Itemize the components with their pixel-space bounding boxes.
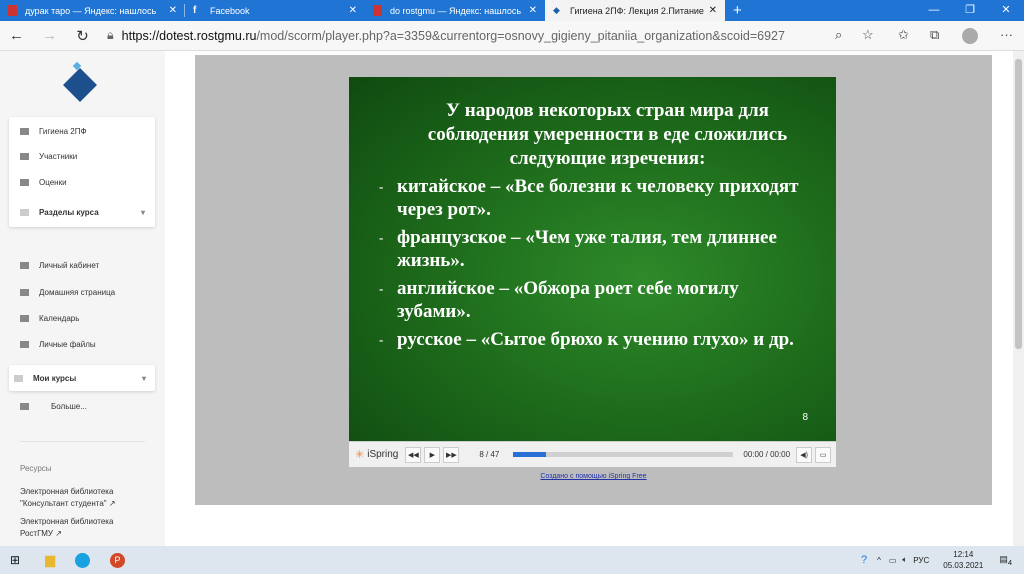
favorite-star-icon[interactable]: ☆ <box>862 27 874 43</box>
slide: У народов некоторых стран мира для соблю… <box>349 77 836 441</box>
sidebar-item-calendar[interactable]: Календарь <box>20 314 79 323</box>
sidebar-item-files[interactable]: Личные файлы <box>20 340 96 349</box>
profile-avatar[interactable] <box>962 28 978 44</box>
tab-facebook[interactable]: f Facebook ✕ <box>185 0 365 21</box>
scorm-player-frame: У народов некоторых стран мира для соблю… <box>195 55 992 505</box>
sidebar-item-grades[interactable]: Оценки <box>20 178 67 187</box>
edge-icon[interactable] <box>75 552 91 568</box>
language-indicator[interactable]: РУС <box>913 556 929 565</box>
sidebar-item-more[interactable]: Больше... <box>20 402 87 411</box>
list-icon <box>14 375 23 382</box>
collections-icon[interactable]: ⧉ <box>930 27 939 43</box>
close-tab-icon[interactable]: ✕ <box>709 5 717 16</box>
show-hidden-icons[interactable]: ^ <box>877 556 881 565</box>
slide-bullet: - английское – «Обжора роет себе могилу з… <box>379 278 739 322</box>
more-menu-icon[interactable]: ··· <box>1000 27 1013 42</box>
page-scrollbar[interactable] <box>1013 51 1024 546</box>
zoom-icon[interactable]: ⌕ <box>835 27 842 43</box>
grades-icon <box>20 179 29 186</box>
notifications-button[interactable]: ▤4 <box>999 554 1012 567</box>
my-courses-menu[interactable]: Мои курсы ▾ <box>9 365 155 391</box>
slide-counter: 8 / 47 <box>479 450 500 459</box>
tab-active[interactable]: ◆ Гигиена 2ПФ: Лекция 2.Питание ✕ <box>545 0 725 21</box>
url-field[interactable]: 🔒︎ https://dotest.rostgmu.ru/mod/scorm/pl… <box>107 28 785 43</box>
taskbar: ⊞ ▆ P ? ^ ▭ 🔈︎ РУС 12:14 05.03.2021 ▤4 <box>0 546 1024 574</box>
list-icon <box>20 209 29 216</box>
restore-button[interactable]: ❐ <box>952 0 988 21</box>
folder-icon <box>20 403 29 410</box>
course-icon <box>20 128 29 135</box>
site-logo-icon: ◆ <box>553 5 560 15</box>
home-icon <box>20 289 29 296</box>
slide-page-number: 8 <box>802 412 808 423</box>
player-controls: ✳ iSpring ◀◀ ▶ ▶▶ 8 / 47 00:00 / 00:00 ◀… <box>349 441 836 467</box>
back-button[interactable]: ← <box>0 27 33 44</box>
ispring-logo-icon: ✳ <box>355 449 365 461</box>
sidebar-item-course[interactable]: Гигиена 2ПФ <box>20 127 87 136</box>
minimize-button[interactable]: — <box>916 0 952 21</box>
yandex-icon <box>8 5 17 16</box>
volume-icon[interactable]: 🔈︎ <box>902 555 907 565</box>
next-slide-button[interactable]: ▶▶ <box>443 446 460 463</box>
slide-title: У народов некоторых стран мира для соблю… <box>427 100 788 169</box>
progress-bar[interactable] <box>513 452 734 457</box>
forward-button[interactable]: → <box>33 27 66 44</box>
external-link-icon: ↗ <box>108 499 116 508</box>
chevron-down-icon: ▾ <box>141 374 146 383</box>
address-bar: ← → ↻ 🔒︎ https://dotest.rostgmu.ru/mod/sc… <box>0 21 1024 51</box>
dashboard-icon <box>20 262 29 269</box>
sidebar-item-participants[interactable]: Участники <box>20 152 77 161</box>
fullscreen-button[interactable]: ▭ <box>815 446 832 463</box>
external-link-icon: ↗ <box>55 529 62 538</box>
close-tab-icon[interactable]: ✕ <box>529 5 537 16</box>
chevron-down-icon: ▾ <box>140 208 145 217</box>
favorites-icon[interactable]: ✩ <box>898 27 909 43</box>
battery-icon[interactable]: ▭ <box>889 556 897 565</box>
new-tab-button[interactable]: + <box>725 0 755 21</box>
clock[interactable]: 12:14 05.03.2021 <box>943 549 983 571</box>
divider <box>20 441 145 442</box>
start-button[interactable]: ⊞ <box>10 553 20 567</box>
yandex-icon <box>373 5 382 16</box>
sidebar-item-dashboard[interactable]: Личный кабинет <box>20 261 99 270</box>
link-library-rostgmu[interactable]: Электронная библиотека РостГМУ ↗ <box>20 516 130 540</box>
slide-bullet: - русское – «Сытое брюхо к учению глухо» … <box>379 329 794 350</box>
site-logo <box>62 61 98 102</box>
resources-heading: Ресурсы <box>20 464 52 473</box>
powerpoint-icon[interactable]: P <box>110 552 126 568</box>
course-menu: Гигиена 2ПФ Участники Оценки Разделы кур… <box>9 117 155 227</box>
link-library-consultant[interactable]: Электронная библиотека "Консультант студ… <box>20 486 140 510</box>
tab-bar: дурак таро — Яндекс: нашлось ✕ f Facebook ✕… <box>0 0 1024 21</box>
close-tab-icon[interactable]: ✕ <box>169 5 177 16</box>
sidebar: Гигиена 2ПФ Участники Оценки Разделы кур… <box>0 51 165 546</box>
ispring-credit-link[interactable]: Создано с помощью iSpring Free <box>195 473 992 480</box>
facebook-icon: f <box>193 5 197 16</box>
tab-yandex-2[interactable]: do rostgmu — Яндекс: нашлось ✕ <box>365 0 545 21</box>
volume-button[interactable]: ◀) <box>796 446 813 463</box>
tab-yandex-1[interactable]: дурак таро — Яндекс: нашлось ✕ <box>0 0 185 21</box>
play-button[interactable]: ▶ <box>424 446 441 463</box>
close-tab-icon[interactable]: ✕ <box>349 5 357 16</box>
sidebar-item-home[interactable]: Домашняя страница <box>20 288 115 297</box>
calendar-icon <box>20 315 29 322</box>
ispring-brand: iSpring <box>367 449 399 460</box>
close-window-button[interactable]: ✕ <box>988 0 1024 21</box>
slide-bullet: - китайское – «Все болезни к человеку при… <box>379 176 799 220</box>
previous-slide-button[interactable]: ◀◀ <box>405 446 422 463</box>
scrollbar-thumb[interactable] <box>1015 59 1022 349</box>
users-icon <box>20 153 29 160</box>
lock-icon: 🔒︎ <box>107 28 114 42</box>
file-explorer-icon[interactable]: ▆ <box>45 552 55 568</box>
time-display: 00:00 / 00:00 <box>743 450 791 459</box>
sidebar-item-sections[interactable]: Разделы курса ▾ <box>20 208 145 217</box>
reload-button[interactable]: ↻ <box>66 27 99 45</box>
slide-bullet: - французское – «Чем уже талия, тем длинн… <box>379 227 777 271</box>
files-icon <box>20 341 29 348</box>
help-icon[interactable]: ? <box>861 554 867 566</box>
progress-fill <box>513 452 547 457</box>
